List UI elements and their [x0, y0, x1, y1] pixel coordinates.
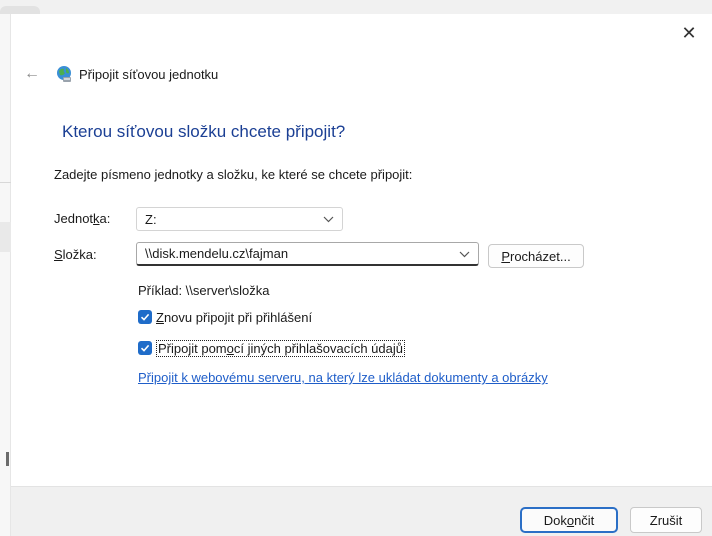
folder-label-accesskey: S — [54, 247, 63, 262]
globe-network-icon — [57, 66, 71, 82]
checkbox-checked[interactable] — [138, 341, 152, 355]
finish-accesskey: o — [566, 512, 575, 528]
dialog-header: ← Připojit síťovou jednotku — [21, 60, 218, 88]
checkbox-checked[interactable] — [138, 310, 152, 324]
example-text: Příklad: \\server\složka — [138, 283, 270, 298]
dialog-footer: Dok o nčit Zrušit — [11, 486, 712, 536]
chevron-down-icon[interactable] — [458, 247, 470, 261]
page-heading: Kterou síťovou složku chcete připojit? — [62, 122, 346, 141]
background-window-edge — [0, 0, 712, 16]
browse-label: rocházet... — [509, 248, 571, 264]
browse-button[interactable]: Procházet... — [488, 244, 584, 268]
finish-label-part: Dok — [543, 512, 567, 528]
other-credentials-label: Připojit pomocí jiných přihlašovacích úd… — [156, 339, 405, 357]
cancel-button[interactable]: Zrušit — [630, 507, 702, 533]
reconnect-checkbox[interactable]: Znovu připojit při přihlášení — [138, 308, 312, 326]
back-arrow-icon: ← — [24, 65, 40, 82]
dialog-title: Připojit síťovou jednotku — [79, 66, 219, 82]
back-button[interactable]: ← — [21, 63, 43, 85]
map-network-drive-dialog: ✕ ← Připojit síťovou jednotku Kterou síť… — [11, 14, 712, 536]
drive-label-part: Jednot — [54, 211, 94, 226]
checkmark-icon — [140, 313, 150, 321]
reconnect-accesskey: Z — [156, 309, 164, 325]
other-credentials-label-part: cí jiných přihlašovacích údajů — [233, 340, 403, 356]
drive-label: Jednotka: — [54, 211, 110, 226]
close-icon: ✕ — [681, 22, 697, 43]
screen: ✕ ← Připojit síťovou jednotku Kterou síť… — [0, 0, 712, 536]
drive-label-part: a: — [99, 211, 111, 226]
other-credentials-checkbox[interactable]: Připojit pomocí jiných přihlašovacích úd… — [138, 339, 405, 357]
background-window-strip — [0, 14, 11, 536]
folder-input[interactable]: \\disk.mendelu.cz\fajman — [136, 242, 479, 266]
instruction-text: Zadejte písmeno jednotky a složku, ke kt… — [54, 167, 413, 182]
browse-accesskey: P — [501, 248, 510, 264]
reconnect-label: Znovu připojit při přihlášení — [156, 310, 312, 325]
finish-button[interactable]: Dok o nčit — [520, 507, 618, 533]
folder-label: Složka: — [54, 247, 97, 262]
background-divider — [0, 182, 11, 183]
folder-path-value: \\disk.mendelu.cz\fajman — [145, 246, 289, 261]
web-server-link[interactable]: Připojit k webovému serveru, na který lz… — [138, 370, 548, 385]
reconnect-label-part: novu připojit při přihlášení — [163, 309, 313, 325]
finish-label-part: nčit — [574, 512, 595, 528]
folder-label-part: ložka: — [62, 247, 97, 262]
other-credentials-accesskey: o — [226, 340, 234, 356]
drive-letter-select[interactable]: Z: — [136, 207, 343, 231]
chevron-down-icon — [322, 212, 334, 226]
background-scroll-area — [0, 222, 11, 252]
other-credentials-label-part: Připojit pom — [158, 340, 227, 356]
background-marker — [6, 452, 9, 466]
drive-letter-value: Z: — [145, 211, 157, 227]
checkmark-icon — [140, 344, 150, 352]
close-button[interactable]: ✕ — [666, 14, 712, 52]
